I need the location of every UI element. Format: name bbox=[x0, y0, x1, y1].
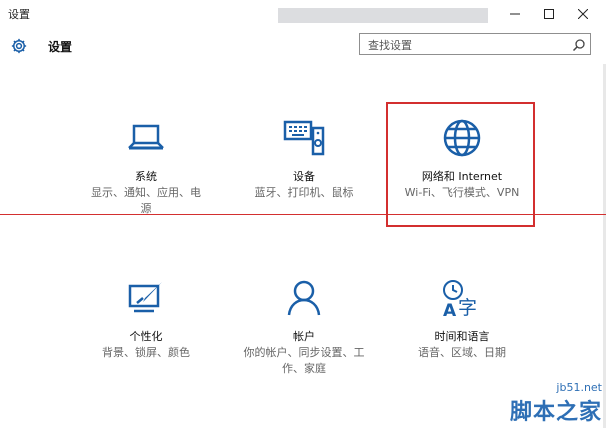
tile-accounts-title: 帐户 bbox=[293, 330, 315, 343]
close-icon bbox=[578, 9, 588, 19]
svg-text:A: A bbox=[443, 301, 457, 318]
tile-personalization-subtitle: 背景、锁屏、颜色 bbox=[102, 346, 190, 359]
tile-personalization-title: 个性化 bbox=[129, 330, 163, 343]
svg-text:字: 字 bbox=[458, 297, 477, 318]
tile-time-language-title: 时间和语言 bbox=[434, 330, 490, 343]
gear-icon bbox=[10, 37, 28, 59]
search-placeholder: 查找设置 bbox=[368, 39, 412, 52]
minimize-button[interactable] bbox=[498, 0, 532, 28]
maximize-button[interactable] bbox=[532, 0, 566, 28]
tile-system-title: 系统 bbox=[135, 170, 157, 183]
tile-time-language[interactable]: A 字 时间和语言 语音、区域、日期 bbox=[387, 278, 537, 360]
person-icon bbox=[229, 278, 379, 322]
tile-devices-subtitle: 蓝牙、打印机、鼠标 bbox=[254, 186, 354, 199]
watermark-url: jb51.net bbox=[556, 381, 602, 394]
settings-header: 设置 查找设置 bbox=[0, 28, 606, 64]
tile-system[interactable]: 系统 显示、通知、应用、电 源 bbox=[71, 118, 221, 216]
search-icon[interactable] bbox=[572, 37, 586, 56]
tile-accounts-subtitle-2: 作、家庭 bbox=[282, 362, 326, 375]
close-button[interactable] bbox=[566, 0, 600, 28]
red-guide-line bbox=[0, 214, 606, 215]
tile-personalization[interactable]: 个性化 背景、锁屏、颜色 bbox=[71, 278, 221, 360]
tile-time-language-subtitle: 语音、区域、日期 bbox=[418, 346, 506, 359]
page-title: 设置 bbox=[48, 40, 73, 54]
tile-accounts[interactable]: 帐户 你的帐户、同步设置、工 作、家庭 bbox=[229, 278, 379, 376]
title-bar: 设置 bbox=[0, 0, 606, 28]
watermark-name: 脚本之家 bbox=[509, 399, 602, 425]
tile-devices[interactable]: 设备 蓝牙、打印机、鼠标 bbox=[229, 118, 379, 200]
highlight-box bbox=[386, 102, 535, 227]
blurred-region bbox=[278, 8, 488, 23]
devices-icon bbox=[229, 118, 379, 162]
tile-accounts-subtitle-1: 你的帐户、同步设置、工 bbox=[243, 346, 365, 359]
maximize-icon bbox=[544, 9, 554, 19]
window-title: 设置 bbox=[8, 8, 30, 21]
search-input[interactable]: 查找设置 bbox=[359, 33, 591, 55]
time-language-icon: A 字 bbox=[387, 278, 537, 322]
laptop-icon bbox=[71, 118, 221, 162]
minimize-icon bbox=[510, 13, 520, 15]
personalize-icon bbox=[71, 278, 221, 322]
watermark: jb51.net 脚本之家 bbox=[510, 381, 602, 426]
tile-devices-title: 设备 bbox=[293, 170, 315, 183]
tile-system-subtitle-1: 显示、通知、应用、电 bbox=[91, 186, 201, 199]
